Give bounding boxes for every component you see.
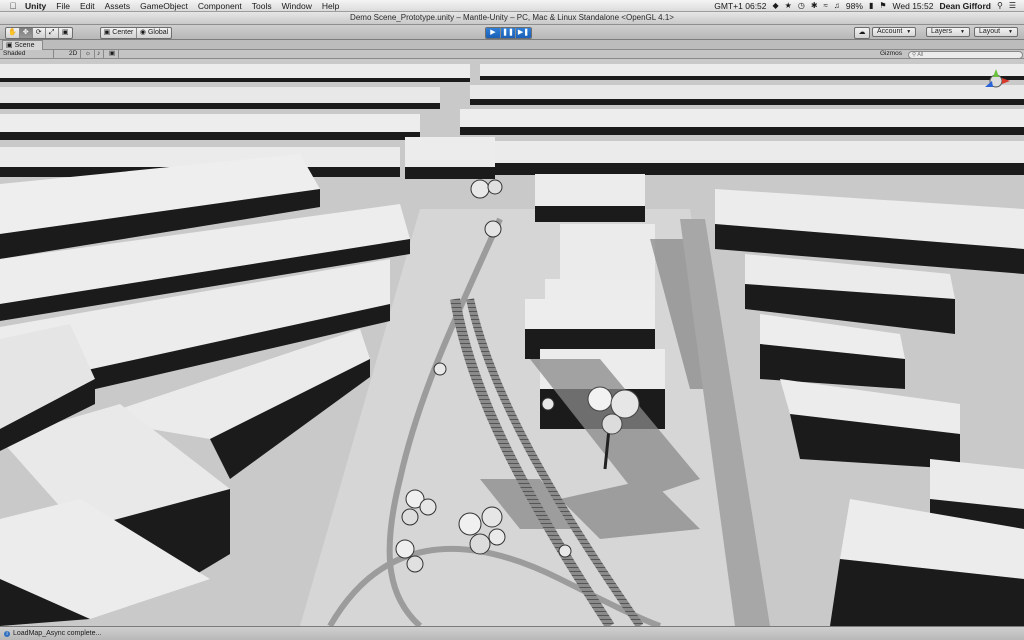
move-icon: ✥ xyxy=(22,29,29,36)
play-button[interactable]: ▶ xyxy=(486,28,501,38)
play-icon: ▶ xyxy=(490,29,496,36)
bluetooth-icon[interactable]: ★ xyxy=(785,1,792,10)
menu-assets[interactable]: Assets xyxy=(100,1,136,11)
menu-file[interactable]: File xyxy=(51,1,75,11)
scene-tab-bar: ▣ Scene xyxy=(0,40,1024,50)
rect-icon: ▣ xyxy=(61,29,69,36)
status-area: GMT+1 06:52 ◆ ★ ◷ ✱ ≈ ♫ 98% ▮ ⚑ Wed 15:5… xyxy=(714,1,1024,11)
cloud-button-group: ☁ xyxy=(854,27,870,39)
menu-tools[interactable]: Tools xyxy=(247,1,277,11)
status-bar: i LoadMap_Async complete... xyxy=(0,626,1024,640)
sun-icon: ☼ xyxy=(85,50,91,57)
gizmos-dropdown[interactable]: Gizmos xyxy=(880,50,902,58)
battery-percent[interactable]: 98% xyxy=(846,1,863,11)
rect-tool-button[interactable]: ▣ xyxy=(59,28,72,38)
timezone-clock[interactable]: GMT+1 06:52 xyxy=(714,1,766,11)
time-machine-icon[interactable]: ◷ xyxy=(798,1,805,10)
unity-toolbar: ✋ ✥ ⟳ ⤢ ▣ ▣ Center ◉ Global ▶ ❚❚ ▶❚ ☁ Ac… xyxy=(0,25,1024,40)
audio-toggle[interactable]: ♪ xyxy=(94,50,105,58)
account-dropdown[interactable]: Account ▼ xyxy=(872,27,916,37)
shading-mode-label: Shaded xyxy=(3,50,26,57)
layout-dropdown[interactable]: Layout ▼ xyxy=(974,27,1018,37)
battery-icon: ▮ xyxy=(868,1,874,10)
wifi-icon[interactable]: ≈ xyxy=(824,1,828,10)
cloud-icon: ☁ xyxy=(858,29,866,36)
shading-mode-dropdown[interactable]: Shaded xyxy=(3,50,55,58)
menu-clock[interactable]: Wed 15:52 xyxy=(893,1,934,11)
search-icon: ⚲ xyxy=(912,52,917,58)
pause-button[interactable]: ❚❚ xyxy=(501,28,516,38)
status-message[interactable]: LoadMap_Async complete... xyxy=(13,628,101,640)
volume-icon[interactable]: ♫ xyxy=(834,1,840,10)
scale-tool-button[interactable]: ⤢ xyxy=(46,28,59,38)
scene-viewport[interactable] xyxy=(0,59,1024,626)
apple-icon[interactable]:  xyxy=(6,1,20,11)
dropbox-icon[interactable]: ◆ xyxy=(773,1,779,10)
chevron-down-icon: ▼ xyxy=(960,29,965,35)
account-label: Account xyxy=(877,28,903,35)
window-title: Demo Scene_Prototype.unity – Mantle-Unit… xyxy=(350,13,674,22)
pivot-toggles: ▣ Center ◉ Global xyxy=(100,27,172,39)
transform-tools: ✋ ✥ ⟳ ⤢ ▣ xyxy=(5,27,73,39)
scale-icon: ⤢ xyxy=(48,29,55,36)
info-icon: i xyxy=(4,630,10,637)
rotate-tool-button[interactable]: ⟳ xyxy=(33,28,46,38)
menu-component[interactable]: Component xyxy=(193,1,247,11)
gizmos-label: Gizmos xyxy=(880,50,903,57)
layout-label: Layout xyxy=(979,28,1001,35)
bluetooth-status-icon[interactable]: ✱ xyxy=(811,1,818,10)
speaker-icon: ♪ xyxy=(97,50,101,57)
pivot-icon: ▣ xyxy=(103,29,111,36)
playback-controls: ▶ ❚❚ ▶❚ xyxy=(485,27,532,39)
layers-label: Layers xyxy=(931,28,953,35)
layers-dropdown[interactable]: Layers ▼ xyxy=(926,27,970,37)
window-title-bar: Demo Scene_Prototype.unity – Mantle-Unit… xyxy=(0,12,1024,25)
move-tool-button[interactable]: ✥ xyxy=(19,28,33,38)
scene-render[interactable] xyxy=(0,59,1024,626)
step-button[interactable]: ▶❚ xyxy=(516,28,531,38)
space-label: Global xyxy=(147,29,169,36)
scene-view-toolbar: Shaded 2D ☼ ♪ ▣ Gizmos ⚲ All xyxy=(0,50,1024,59)
2d-label: 2D xyxy=(69,50,78,57)
chevron-down-icon: ▼ xyxy=(906,29,912,35)
pause-icon: ❚❚ xyxy=(502,29,514,36)
rotate-icon: ⟳ xyxy=(35,29,42,36)
pivot-center-button[interactable]: ▣ Center xyxy=(101,28,137,38)
menu-help[interactable]: Help xyxy=(317,1,344,11)
space-global-button[interactable]: ◉ Global xyxy=(137,28,171,38)
hand-tool-button[interactable]: ✋ xyxy=(6,28,20,38)
scene-tab-label: Scene xyxy=(14,42,35,49)
hand-icon: ✋ xyxy=(8,29,17,36)
chevron-down-icon: ▼ xyxy=(1008,29,1013,35)
pivot-label: Center xyxy=(112,29,134,36)
menu-window[interactable]: Window xyxy=(277,1,317,11)
effects-toggle[interactable]: ▣ xyxy=(106,50,120,58)
effects-icon: ▣ xyxy=(109,50,116,57)
notification-center-icon[interactable]: ☰ xyxy=(1009,1,1016,10)
tab-scene[interactable]: ▣ Scene xyxy=(2,40,44,50)
menu-gameobject[interactable]: GameObject xyxy=(135,1,193,11)
scene-search-input[interactable]: ⚲ All xyxy=(908,51,1023,59)
cloud-button[interactable]: ☁ xyxy=(855,28,869,38)
menu-edit[interactable]: Edit xyxy=(75,1,100,11)
user-name[interactable]: Dean Gifford xyxy=(939,1,990,11)
search-placeholder: All xyxy=(917,52,924,58)
step-icon: ▶❚ xyxy=(517,29,530,36)
menu-unity[interactable]: Unity xyxy=(20,1,51,11)
menu-bar:  Unity File Edit Assets GameObject Comp… xyxy=(0,0,1024,12)
globe-icon: ◉ xyxy=(139,29,146,36)
spotlight-icon[interactable]: ⚲ xyxy=(997,1,1003,10)
flag-icon[interactable]: ⚑ xyxy=(879,1,886,10)
scene-icon: ▣ xyxy=(6,42,13,49)
2d-toggle[interactable]: 2D xyxy=(66,50,82,58)
